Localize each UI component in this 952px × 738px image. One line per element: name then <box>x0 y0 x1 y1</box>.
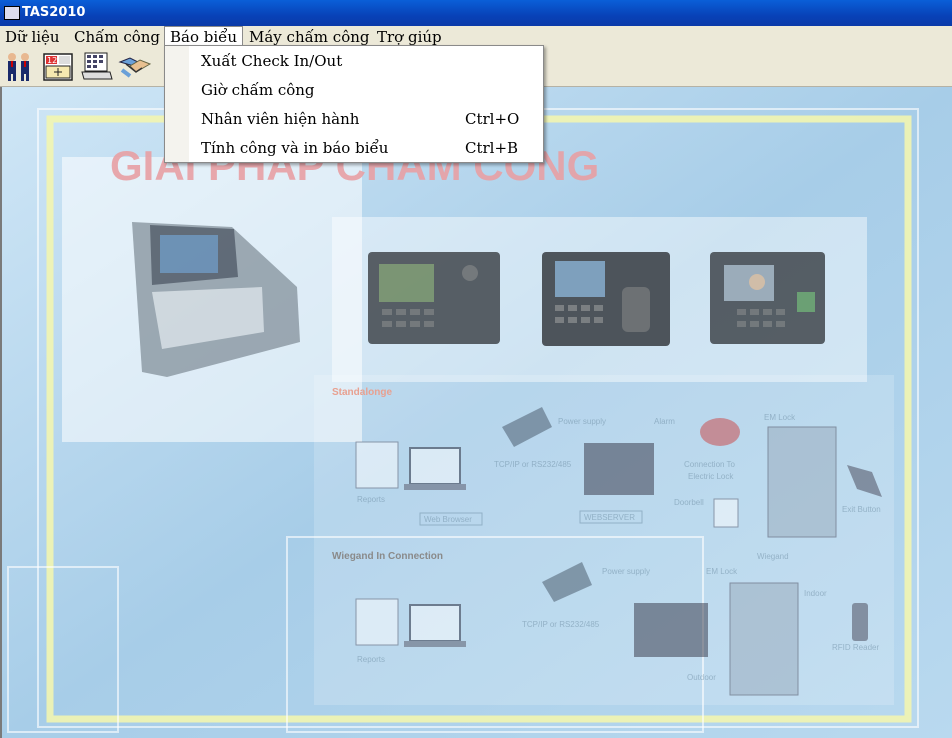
report-icon[interactable] <box>80 50 114 82</box>
svg-text:12: 12 <box>47 56 57 65</box>
title-bar: TAS2010 <box>0 0 952 26</box>
reports-label-1: Reports <box>357 495 385 504</box>
electric-lock-label: Electric Lock <box>688 472 734 481</box>
alarm-label: Alarm <box>654 417 675 426</box>
power-supply-label-1: Power supply <box>558 417 606 426</box>
menu-item-shortcut: Ctrl+O <box>465 110 520 128</box>
wiegand-label: Wiegand <box>757 552 789 561</box>
menu-tro-giup[interactable]: Trợ giúp <box>372 26 447 47</box>
wiegand-connection-label: Wiegand In Connection <box>332 551 443 562</box>
tcpip-label-1: TCP/IP or RS232/485 <box>494 460 572 469</box>
terminal-1-image <box>368 252 500 344</box>
menu-item-tinh-cong-in-bao-bieu[interactable]: Tính công và in báo biểu Ctrl+B <box>165 134 543 163</box>
menu-du-lieu[interactable]: Dữ liệu <box>0 26 65 47</box>
indoor-label: Indoor <box>804 589 827 598</box>
exit-button-label: Exit Button <box>842 505 881 514</box>
rfid-reader-label: RFID Reader <box>832 643 879 652</box>
menu-item-xuat-check-in-out[interactable]: Xuất Check In/Out <box>165 47 543 76</box>
em-lock-label-1: EM Lock <box>764 413 796 422</box>
menu-item-nhan-vien-hien-hanh[interactable]: Nhân viên hiện hành Ctrl+O <box>165 105 543 134</box>
menu-item-gio-cham-cong[interactable]: Giờ chấm công <box>165 76 543 105</box>
menu-bar: Dữ liệu Chấm công Báo biểu Máy chấm công… <box>0 26 952 47</box>
menu-may-cham-cong[interactable]: Máy chấm công <box>244 26 374 47</box>
menu-item-shortcut: Ctrl+B <box>465 139 519 157</box>
standalonge-label: Standalonge <box>332 387 392 398</box>
power-supply-label-2: Power supply <box>602 567 650 576</box>
terminal-2-image <box>542 252 670 346</box>
outdoor-label: Outdoor <box>687 673 716 682</box>
employees-icon[interactable] <box>2 50 36 82</box>
menu-item-label: Giờ chấm công <box>201 81 315 99</box>
reports-label-2: Reports <box>357 655 385 664</box>
menu-item-label: Nhân viên hiện hành <box>201 110 360 128</box>
menu-cham-cong[interactable]: Chấm công <box>69 26 165 47</box>
app-icon <box>4 6 20 20</box>
em-lock-label-2: EM Lock <box>706 567 738 576</box>
terminal-3-image <box>710 252 825 344</box>
webserver-label: WEBSERVER <box>584 513 635 522</box>
doorbell-label: Doorbell <box>674 498 704 507</box>
menu-item-label: Tính công và in báo biểu <box>201 139 389 157</box>
calendar-icon[interactable]: 12 <box>42 50 76 82</box>
menu-item-label: Xuất Check In/Out <box>201 52 343 70</box>
web-browser-label: Web Browser <box>424 515 472 524</box>
bao-bieu-dropdown-menu: Xuất Check In/Out Giờ chấm công Nhân viê… <box>164 45 544 163</box>
connection-to-label: Connection To <box>684 460 736 469</box>
tcpip-label-2: TCP/IP or RS232/485 <box>522 620 600 629</box>
main-background: GIẢI PHÁP CHẤM CÔNG Standalonge Reports … <box>0 87 952 738</box>
window-title: TAS2010 <box>22 5 86 20</box>
handshake-icon[interactable] <box>118 50 152 82</box>
menu-bao-bieu[interactable]: Báo biểu <box>164 26 244 46</box>
